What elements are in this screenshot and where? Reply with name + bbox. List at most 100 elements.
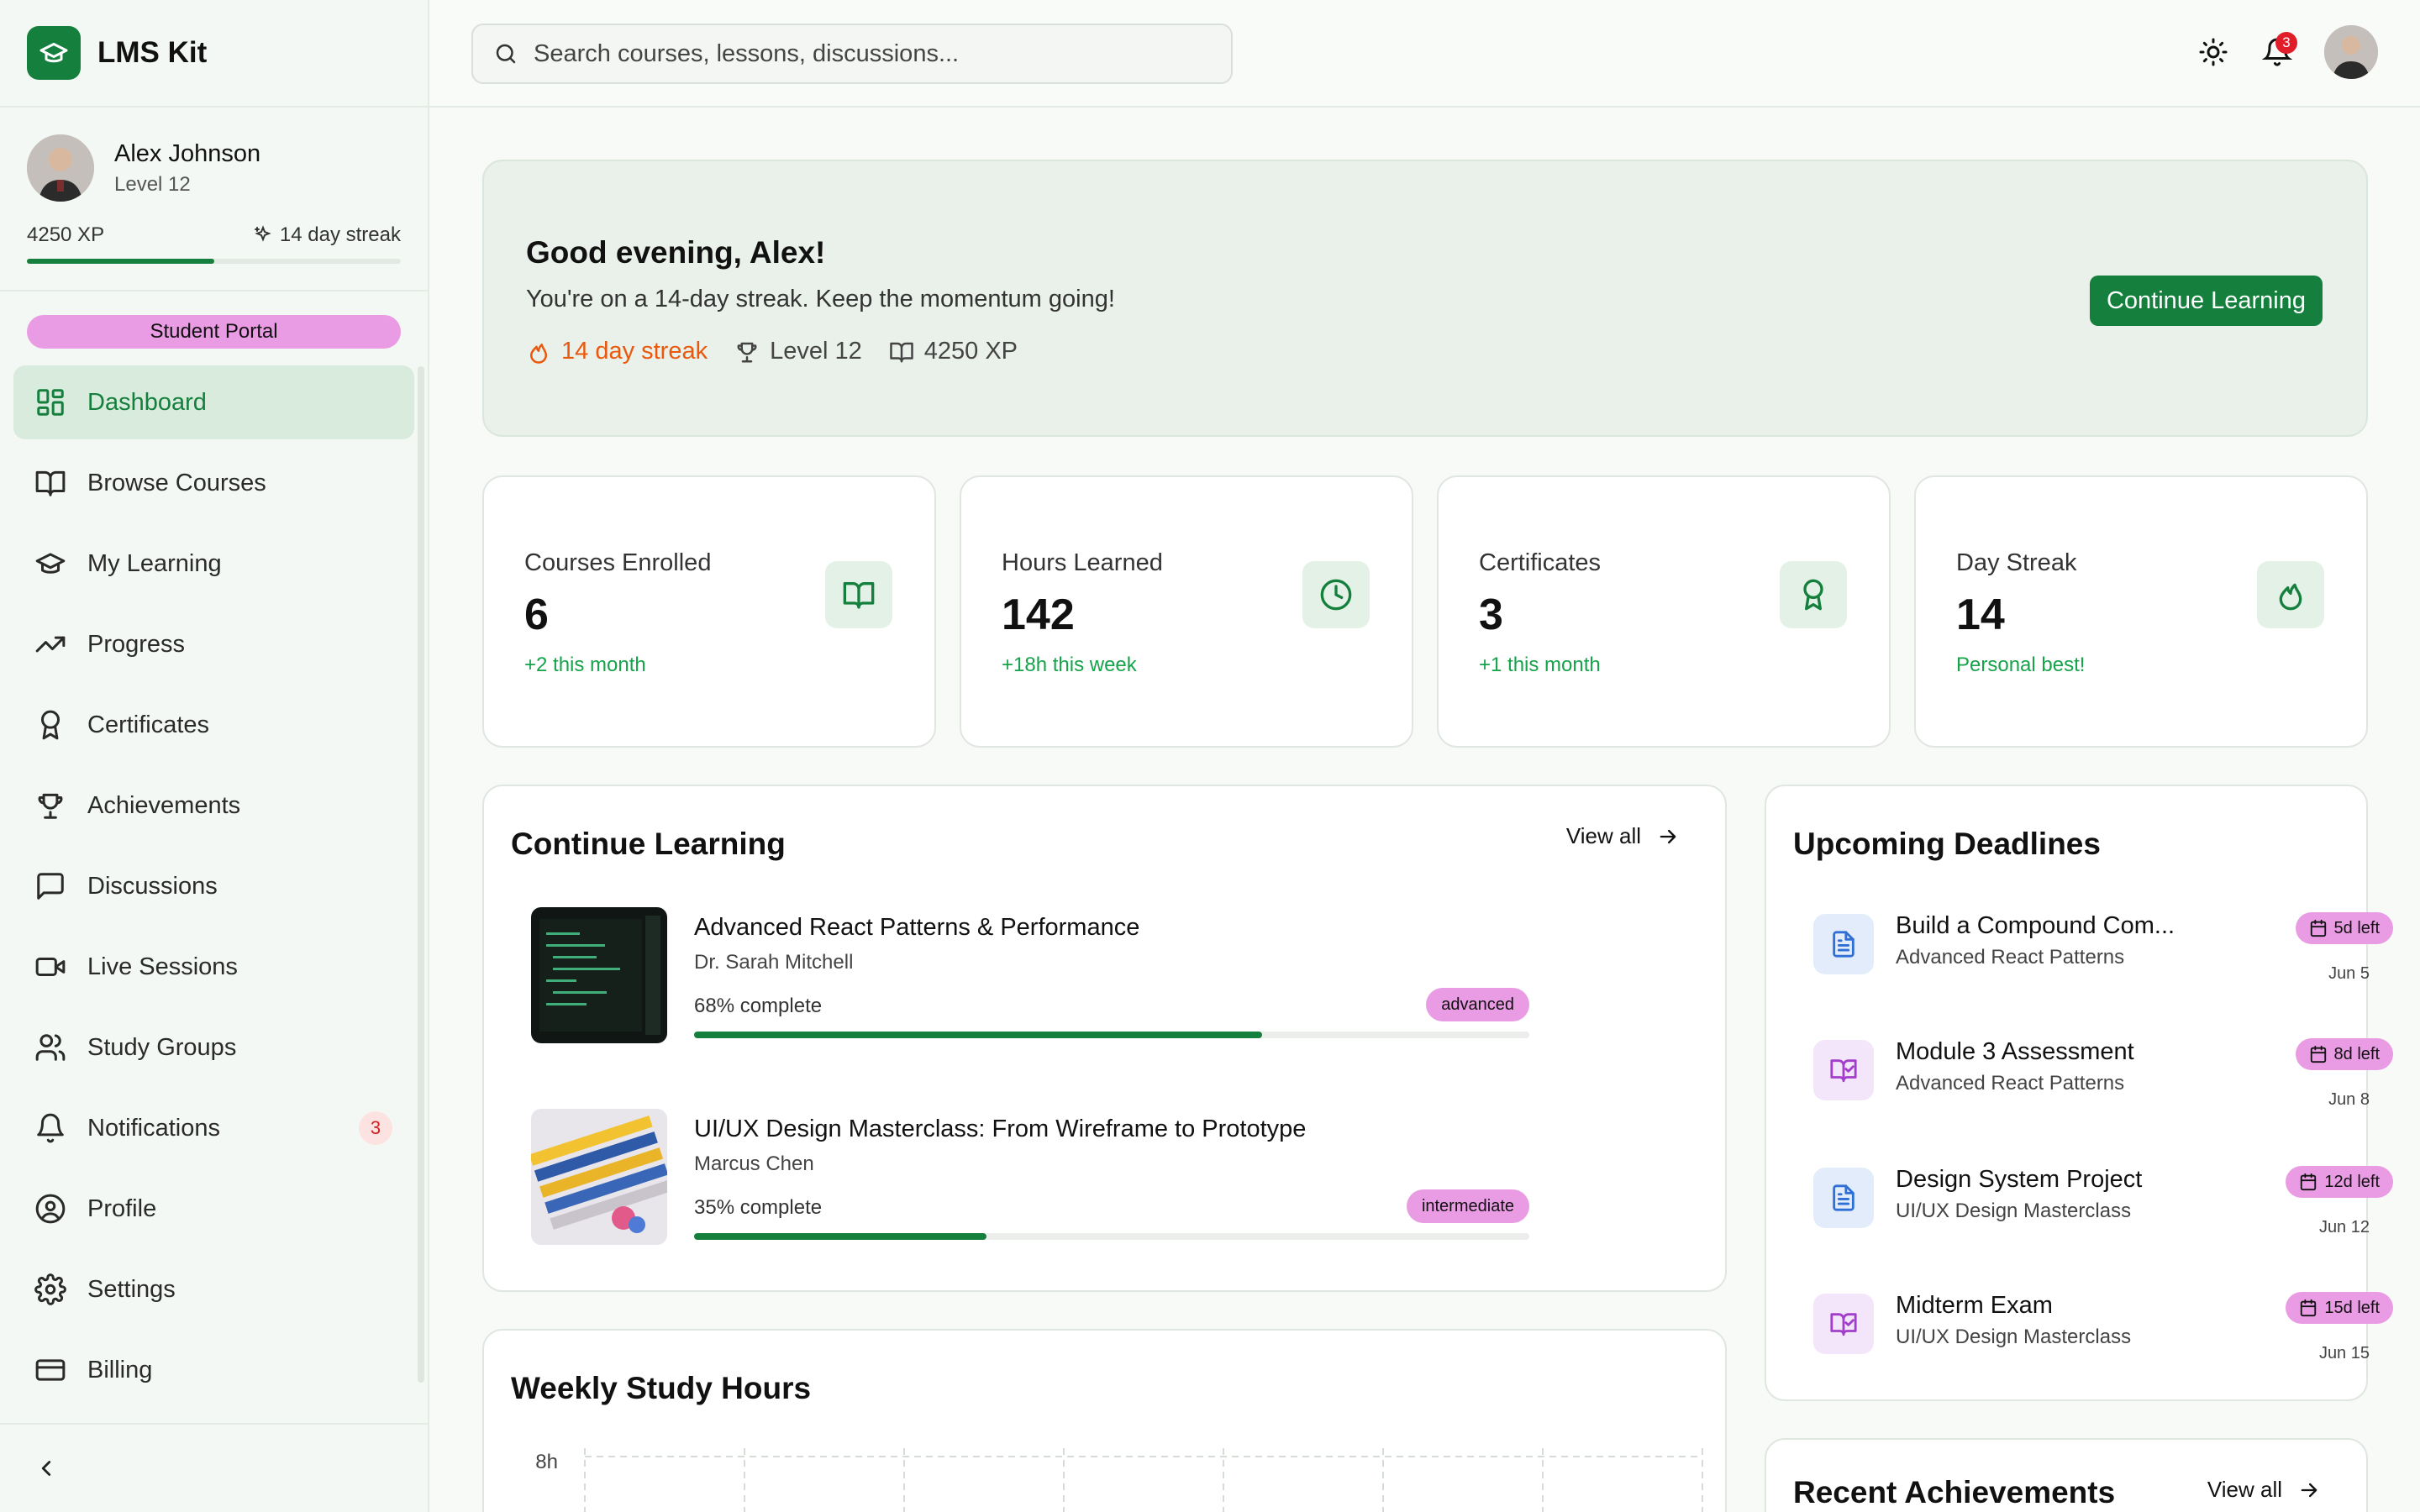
users-icon [35,1034,66,1061]
collapse-sidebar-button[interactable] [0,1423,428,1512]
brand-name: LMS Kit [97,36,208,69]
deadline-date: Jun 12 [2318,1218,2370,1236]
course-progress-fill [694,1032,1262,1038]
course-thumbnail[interactable] [531,1109,667,1245]
welcome-banner: Good evening, Alex! You're on a 14-day s… [482,160,2368,437]
sidebar-item-progress[interactable]: Progress [13,607,414,681]
hero-streak: 14 day streak [526,338,708,365]
sidebar-item-label: Study Groups [87,1033,237,1061]
theme-toggle-sun-icon[interactable] [2196,35,2230,69]
book-check-icon [1830,1059,1857,1083]
deadline-course: Advanced React Patterns [1896,946,2125,969]
deadline-title: Build a Compound Com... [1896,912,2175,939]
user-circle-icon [35,1194,66,1224]
sidebar-item-notifications[interactable]: Notifications 3 [13,1091,414,1165]
sidebar-item-label: Certificates [87,711,210,738]
sidebar: LMS Kit Alex Johnson Level 12 4250 XP 14… [0,0,429,1512]
clock-icon [1320,579,1352,611]
user-avatar-menu[interactable] [2324,25,2378,79]
sidebar-item-label: My Learning [87,549,222,577]
video-icon [35,957,66,977]
sidebar-item-browse-courses[interactable]: Browse Courses [13,446,414,520]
graduation-cap-logo-icon [27,26,81,80]
stat-value: 3 [1479,591,1503,639]
xp-progress-bar [27,259,401,264]
calendar-icon [2310,1045,2326,1063]
dashboard-icon [37,389,64,416]
book-open-icon [35,470,66,496]
view-all-courses-link[interactable]: View all [1566,823,1680,849]
sidebar-item-discussions[interactable]: Discussions [13,849,414,923]
sidebar-scrollbar[interactable] [418,366,424,1383]
file-text-icon [1833,1184,1854,1211]
book-check-icon [1830,1313,1857,1336]
chevron-left-icon [41,1461,51,1476]
deadline-course: UI/UX Design Masterclass [1896,1200,2132,1222]
search-box[interactable] [471,24,1233,84]
topbar: 3 [429,0,2420,108]
deadline-item[interactable]: Design System Project UI/UX Design Master… [1813,1158,2393,1242]
deadline-item[interactable]: Build a Compound Com... Advanced React Pa… [1813,904,2393,988]
course-title[interactable]: Advanced React Patterns & Performance [694,914,1139,942]
deadline-title: Design System Project [1896,1166,2143,1193]
achievements-title: Recent Achievements [1793,1475,2116,1509]
sidebar-item-billing[interactable]: Billing [13,1333,414,1407]
view-all-achievements-link[interactable]: View all [2207,1477,2321,1503]
stat-label: Courses Enrolled [524,549,712,576]
flame-icon [2279,583,2302,611]
deadline-title: Module 3 Assessment [1896,1038,2134,1065]
calendar-icon [2301,1299,2317,1317]
stat-label: Day Streak [1956,549,2077,576]
days-left-badge: 5d left [2295,912,2393,944]
sidebar-item-dashboard[interactable]: Dashboard [13,365,414,439]
course-progress-text: 35% complete [694,1196,823,1219]
course-card[interactable]: UI/UX Design Masterclass: From Wireframe… [531,1109,1529,1245]
stat-label: Hours Learned [1002,549,1163,576]
stat-value: 142 [1002,591,1075,639]
user-level: Level 12 [114,172,191,196]
hero-xp: 4250 XP [889,338,1018,365]
course-thumbnail[interactable] [531,907,667,1043]
sidebar-item-label: Dashboard [87,388,207,416]
sidebar-item-certificates[interactable]: Certificates [13,688,414,762]
award-icon [40,710,60,740]
gear-icon [34,1273,66,1305]
stat-card-hours-learned: Hours Learned 142 +18h this week [960,475,1413,748]
sidebar-item-label: Progress [87,630,186,658]
deadline-date: Jun 15 [2318,1344,2370,1362]
sidebar-item-label: Live Sessions [87,953,238,980]
trending-up-icon [35,636,66,653]
course-title[interactable]: UI/UX Design Masterclass: From Wireframe… [694,1116,1306,1143]
sidebar-item-label: Billing [87,1356,153,1383]
days-left-badge: 12d left [2286,1166,2393,1198]
course-progress-bar [694,1032,1529,1038]
sidebar-item-profile[interactable]: Profile [13,1172,414,1246]
stat-label: Certificates [1479,549,1602,576]
book-open-icon [843,582,875,609]
course-level-badge: advanced [1426,988,1529,1021]
greeting-title: Good evening, Alex! [526,235,826,270]
sidebar-item-my-learning[interactable]: My Learning [13,527,414,601]
search-input[interactable] [534,39,1206,68]
stat-card-courses-enrolled: Courses Enrolled 6 +2 this month [482,475,936,748]
sidebar-item-achievements[interactable]: Achievements [13,769,414,843]
continue-learning-button[interactable]: Continue Learning [2089,276,2323,326]
sidebar-item-settings[interactable]: Settings [13,1252,414,1326]
course-instructor: Dr. Sarah Mitchell [694,951,854,974]
arrow-right-icon [2301,1483,2317,1497]
days-left-badge: 15d left [2286,1292,2393,1324]
sidebar-nav: Dashboard Browse Courses My Learning Progre… [0,365,428,1407]
sidebar-item-label: Notifications [87,1114,220,1142]
deadline-item[interactable]: Module 3 Assessment Advanced React Patter… [1813,1030,2393,1114]
sidebar-item-live-sessions[interactable]: Live Sessions [13,930,414,1004]
sidebar-item-label: Profile [87,1194,157,1222]
notifications-bell-icon[interactable]: 3 [2260,32,2297,69]
sidebar-item-study-groups[interactable]: Study Groups [13,1011,414,1084]
course-level-badge: intermediate [1406,1189,1529,1223]
bell-icon [37,1113,64,1143]
deadline-course: UI/UX Design Masterclass [1896,1326,2132,1348]
deadline-item[interactable]: Midterm Exam UI/UX Design Masterclass 15d … [1813,1284,2393,1368]
deadline-date: Jun 5 [2328,964,2370,983]
avatar[interactable] [27,134,94,202]
course-card[interactable]: Advanced React Patterns & Performance Dr.… [531,907,1529,1043]
